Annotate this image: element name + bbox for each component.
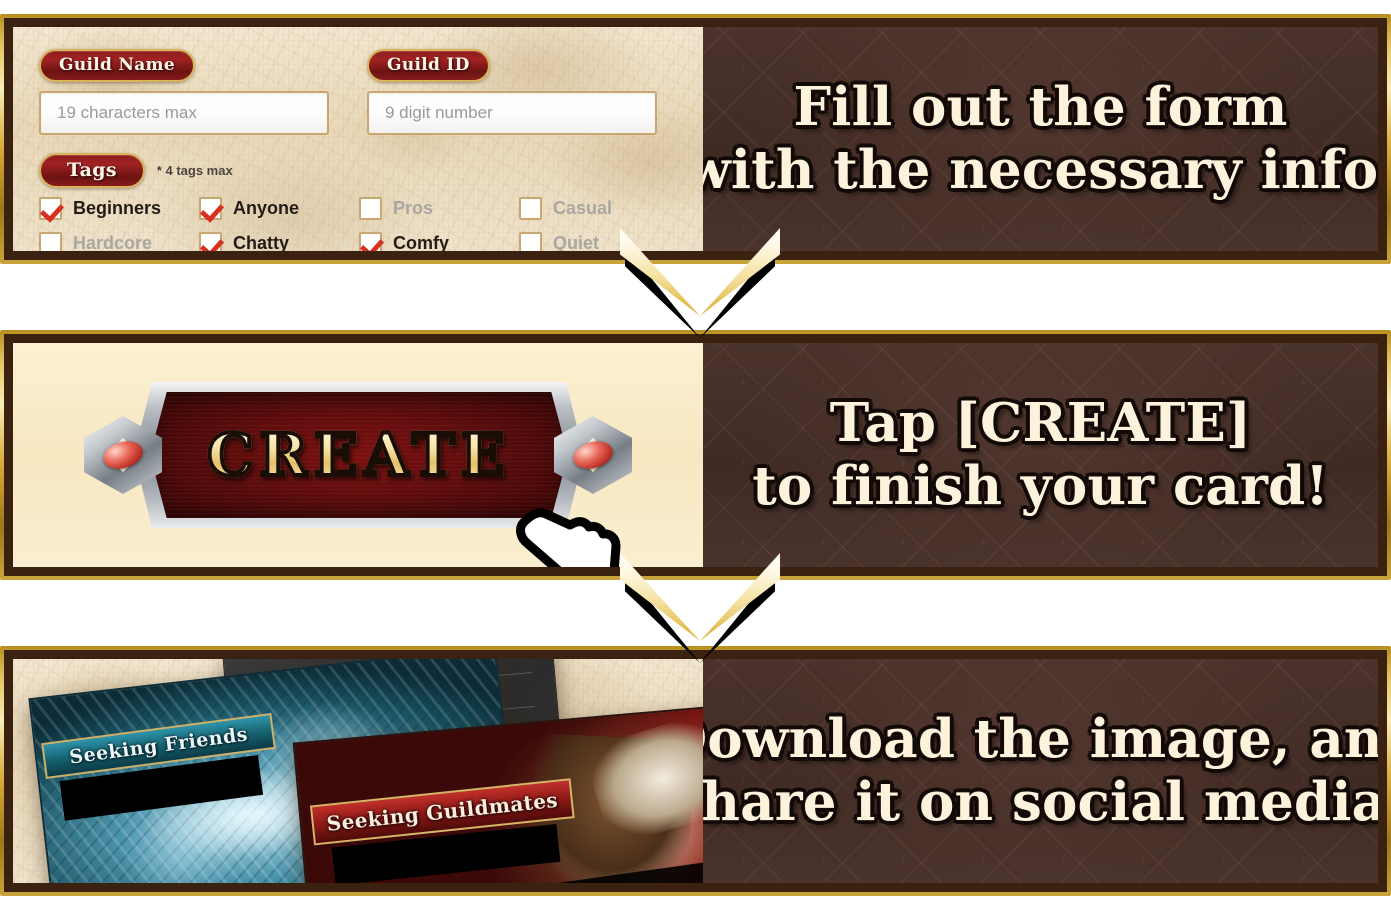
step-create-caption-panel: Tap [CREATE] to finish your card!	[703, 343, 1378, 567]
step-form-caption: Fill out the form with the necessary inf…	[703, 76, 1378, 201]
tag-checkbox-hardcore[interactable]: Hardcore	[39, 232, 199, 251]
create-button-panel: CREATE	[13, 343, 703, 567]
guild-name-label: Guild Name	[39, 49, 195, 82]
guild-id-field-group: Guild ID 9 digit number	[367, 49, 657, 135]
step-form-section: Guild Name 19 characters max Guild ID 9 …	[0, 14, 1391, 264]
tag-checkbox-pros[interactable]: Pros	[359, 197, 519, 220]
tag-label: Quiet	[553, 233, 600, 251]
caption-line: Tap [CREATE]	[829, 392, 1252, 455]
step-form-inner: Guild Name 19 characters max Guild ID 9 …	[4, 18, 1387, 260]
tags-label: Tags	[39, 153, 145, 188]
tag-label: Comfy	[393, 233, 450, 251]
result-cards-stage: Player Name Guild Name Favorite Unit Com…	[13, 659, 703, 883]
guild-form: Guild Name 19 characters max Guild ID 9 …	[13, 27, 703, 251]
step-share-caption: Download the image, and share it on soci…	[703, 708, 1378, 833]
caption-line: share it on social media!	[703, 771, 1378, 833]
form-panel: Guild Name 19 characters max Guild ID 9 …	[13, 27, 703, 251]
gem-ornament-right-icon	[554, 416, 632, 494]
tag-checkbox-grid: Beginners Anyone Pros Casual Hardcore Ch…	[39, 197, 677, 251]
tag-checkbox-beginners[interactable]: Beginners	[39, 197, 199, 220]
guild-name-input[interactable]: 19 characters max	[39, 91, 329, 135]
checkbox-icon[interactable]	[359, 197, 382, 220]
guild-name-field-group: Guild Name 19 characters max	[39, 49, 329, 135]
tag-checkbox-casual[interactable]: Casual	[519, 197, 679, 220]
checkbox-icon[interactable]	[199, 232, 222, 251]
caption-line: Fill out the form	[793, 76, 1288, 139]
guild-name-placeholder: 19 characters max	[57, 103, 197, 122]
form-field-row: Guild Name 19 characters max Guild ID 9 …	[39, 49, 677, 135]
tag-label: Casual	[553, 198, 613, 218]
create-button-label: CREATE	[205, 419, 511, 491]
result-cards-panel: Player Name Guild Name Favorite Unit Com…	[13, 659, 703, 883]
step-create-inner: CREATE Tap [CREATE] to finish your card!	[4, 334, 1387, 576]
step-share-inner: Player Name Guild Name Favorite Unit Com…	[4, 650, 1387, 892]
guild-id-input[interactable]: 9 digit number	[367, 91, 657, 135]
checkbox-icon[interactable]	[359, 232, 382, 251]
step-create-caption: Tap [CREATE] to finish your card!	[742, 392, 1339, 517]
step-create-section: CREATE Tap [CREATE] to finish your card!	[0, 330, 1391, 580]
step-form-caption-panel: Fill out the form with the necessary inf…	[703, 27, 1378, 251]
caption-line: Download the image, and	[703, 708, 1378, 771]
tag-label: Hardcore	[73, 233, 153, 251]
tutorial-infographic: Guild Name 19 characters max Guild ID 9 …	[0, 0, 1391, 910]
tag-checkbox-comfy[interactable]: Comfy	[359, 232, 519, 251]
checkbox-icon[interactable]	[519, 232, 542, 251]
gem-ornament-left-icon	[84, 416, 162, 494]
guild-id-placeholder: 9 digit number	[385, 103, 493, 122]
tag-label: Beginners	[73, 198, 162, 218]
tag-checkbox-anyone[interactable]: Anyone	[199, 197, 359, 220]
checkbox-icon[interactable]	[39, 232, 62, 251]
tags-header: Tags * 4 tags max	[39, 153, 677, 188]
button-face: CREATE	[150, 392, 568, 518]
tags-max-note: * 4 tags max	[156, 163, 233, 178]
step-share-section: Player Name Guild Name Favorite Unit Com…	[0, 646, 1391, 896]
pointing-hand-cursor-icon	[516, 508, 621, 567]
create-button-stage: CREATE	[13, 343, 703, 567]
checkbox-icon[interactable]	[39, 197, 62, 220]
tag-checkbox-quiet[interactable]: Quiet	[519, 232, 679, 251]
tag-label: Pros	[393, 198, 434, 218]
caption-line: to finish your card!	[752, 455, 1329, 517]
tag-checkbox-chatty[interactable]: Chatty	[199, 232, 359, 251]
guild-id-label: Guild ID	[367, 49, 490, 82]
create-button[interactable]: CREATE	[78, 374, 638, 567]
caption-line: with the necessary info.	[703, 139, 1378, 201]
step-share-caption-panel: Download the image, and share it on soci…	[703, 659, 1378, 883]
checkbox-icon[interactable]	[519, 197, 542, 220]
tag-label: Anyone	[233, 198, 300, 218]
tag-label: Chatty	[233, 233, 290, 251]
checkbox-icon[interactable]	[199, 197, 222, 220]
